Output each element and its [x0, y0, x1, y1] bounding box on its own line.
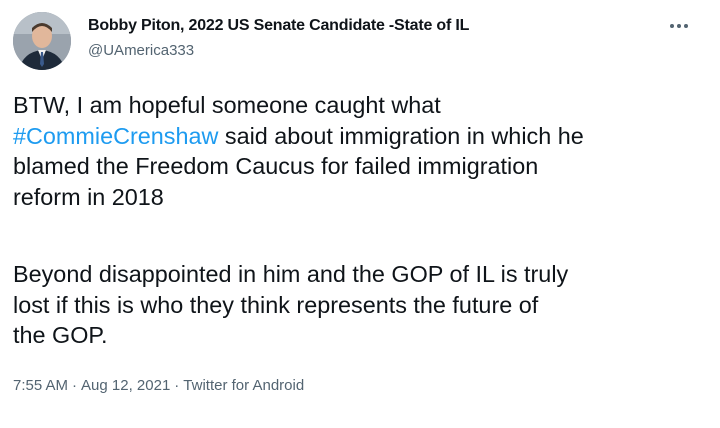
tweet-text-line: the GOP.: [13, 322, 108, 348]
tweet-source[interactable]: Twitter for Android: [183, 377, 304, 394]
author-handle[interactable]: @UAmerica333: [88, 42, 194, 59]
tweet-text-line: blamed the Freedom Caucus for failed imm…: [13, 153, 539, 179]
more-dot: [684, 24, 688, 28]
tweet-card: Bobby Piton, 2022 US Senate Candidate -S…: [0, 0, 720, 428]
hashtag-link[interactable]: #CommieCrenshaw: [13, 123, 218, 149]
tweet-metadata: 7:55 AM · Aug 12, 2021 · Twitter for Android: [13, 377, 304, 394]
avatar-photo: [13, 12, 71, 70]
separator: ·: [174, 377, 180, 394]
tweet-time[interactable]: 7:55 AM: [13, 377, 68, 394]
author-name[interactable]: Bobby Piton, 2022 US Senate Candidate -S…: [88, 17, 469, 35]
more-horizontal-icon[interactable]: [664, 16, 694, 36]
tweet-text-line: reform in 2018: [13, 183, 164, 210]
tweet-text-line: #CommieCrenshaw said about immigration i…: [13, 121, 703, 152]
separator: ·: [72, 377, 78, 394]
tweet-text-fragment: said about immigration in which he: [218, 122, 584, 149]
tweet-date[interactable]: Aug 12, 2021: [81, 377, 170, 394]
avatar[interactable]: [13, 12, 71, 70]
tweet-text-paragraph-2: Beyond disappointed in him and the GOP o…: [13, 259, 703, 351]
tweet-text-line: Beyond disappointed in him and the GOP o…: [13, 261, 569, 287]
tweet-text-paragraph-1: BTW, I am hopeful someone caught what #C…: [13, 90, 703, 212]
more-dot: [670, 24, 674, 28]
tweet-text-line: lost if this is who they think represent…: [13, 291, 539, 318]
more-dot: [677, 24, 681, 28]
tweet-text-line: BTW, I am hopeful someone caught what: [13, 92, 441, 118]
